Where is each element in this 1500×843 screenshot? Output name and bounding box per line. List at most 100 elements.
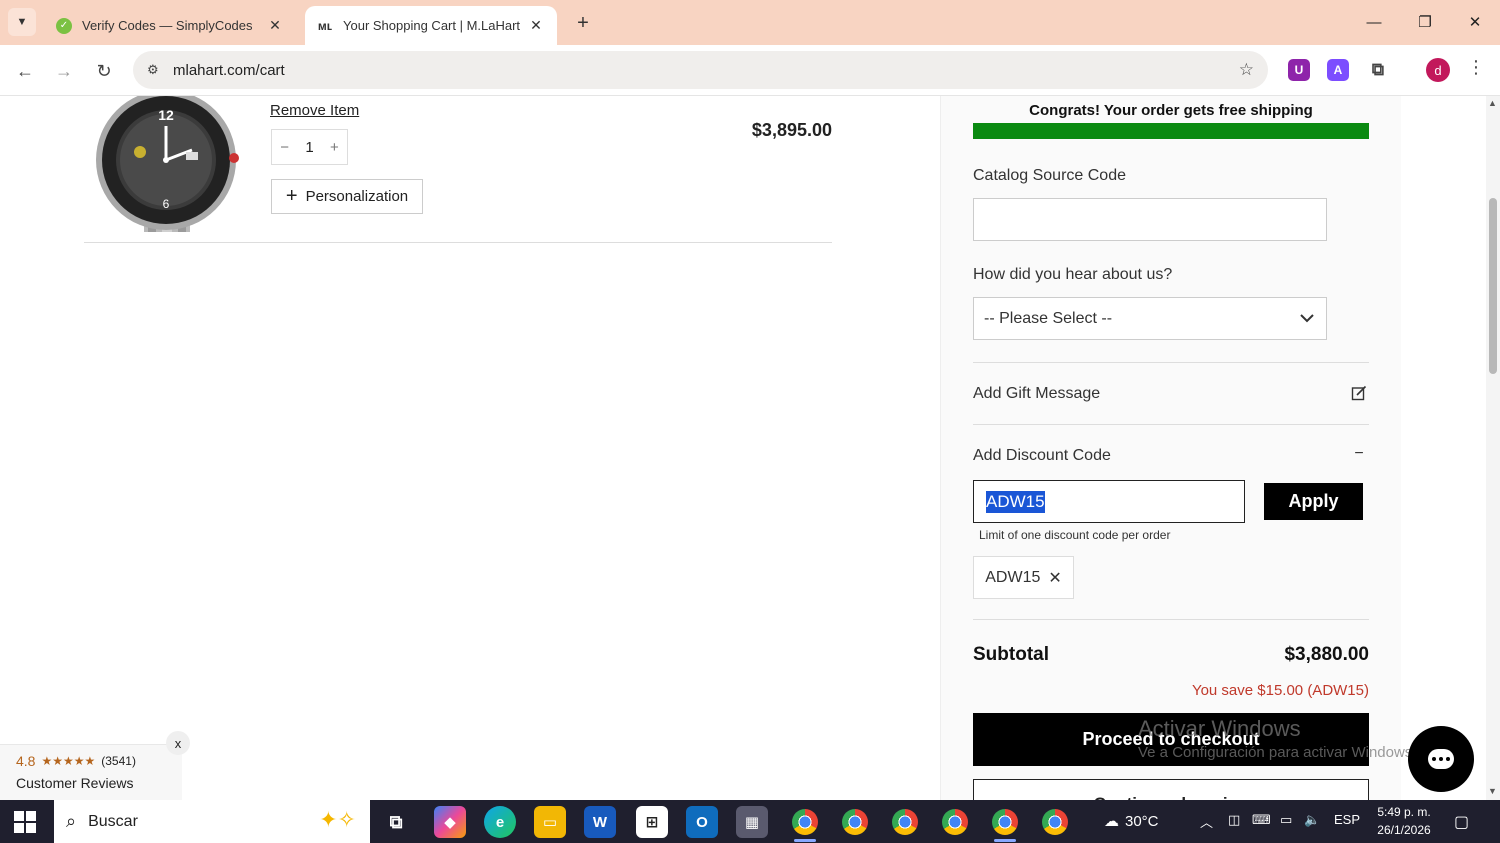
watch-product-image[interactable]: 12 6 [88, 96, 246, 232]
chrome-profile-6-icon[interactable] [1042, 809, 1068, 835]
close-tab-icon[interactable]: ✕ [527, 17, 545, 34]
clock-time: 5:49 p. m. [1377, 805, 1431, 819]
star-rating-icon: ★★★★★ [41, 754, 96, 768]
chrome-profile-1-icon[interactable] [792, 809, 818, 835]
active-indicator [794, 839, 816, 842]
language-indicator[interactable]: ESP [1334, 812, 1360, 827]
search-placeholder: Buscar [88, 812, 138, 830]
collapse-minus-icon[interactable]: − [1348, 445, 1370, 463]
catalog-source-label: Catalog Source Code [973, 167, 1126, 184]
chrome-profile-3-icon[interactable] [892, 809, 918, 835]
edge-browser-icon[interactable]: e [484, 806, 516, 838]
close-window-button[interactable]: ✕ [1460, 8, 1490, 36]
close-reviews-widget-button[interactable]: x [166, 731, 190, 755]
remove-item-link[interactable]: Remove Item [270, 102, 359, 119]
page-scrollbar[interactable]: ▲ ▼ [1486, 96, 1500, 800]
file-explorer-icon[interactable]: ▭ [534, 806, 566, 838]
word-icon[interactable]: W [584, 806, 616, 838]
input-method-icon[interactable]: ⌨ [1252, 812, 1271, 828]
chat-button[interactable] [1408, 726, 1474, 792]
edit-icon[interactable] [1348, 385, 1370, 406]
plus-icon: + [577, 11, 589, 34]
outlook-icon[interactable]: O [686, 806, 718, 838]
tab-search-button[interactable]: ▼ [8, 8, 36, 36]
search-icon: ⌕ [66, 811, 77, 831]
notification-center-icon[interactable]: ▢ [1454, 812, 1469, 832]
windows-start-icon[interactable] [14, 811, 36, 833]
browser-menu-icon[interactable]: ⋮ [1466, 57, 1486, 78]
chevron-down-icon [1300, 314, 1314, 323]
continue-shopping-button[interactable]: Continue shopping [973, 779, 1369, 800]
restore-button[interactable]: ❐ [1410, 8, 1440, 36]
applied-code-text: ADW15 [985, 568, 1041, 586]
arrow-right-icon: → [55, 60, 73, 81]
close-tab-icon[interactable]: ✕ [266, 17, 284, 34]
weather-widget[interactable]: ☁ 30°C [1104, 812, 1159, 831]
chevron-down-icon: ▼ [16, 16, 28, 28]
customer-reviews-widget[interactable]: 4.8 ★★★★★ (3541) Customer Reviews [0, 744, 182, 800]
quantity-value[interactable]: 1 [305, 139, 313, 156]
url-text[interactable]: mlahart.com/cart [173, 62, 285, 79]
show-hidden-icons-icon[interactable]: ︿ [1200, 812, 1213, 831]
microsoft-store-icon[interactable]: ⊞ [636, 806, 668, 838]
apply-discount-button[interactable]: Apply [1264, 483, 1363, 520]
chrome-profile-2-icon[interactable] [842, 809, 868, 835]
review-count: (3541) [101, 754, 136, 768]
divider [973, 619, 1369, 620]
tab-title: Verify Codes — SimplyCodes [82, 18, 253, 33]
hear-about-us-select[interactable]: -- Please Select -- [973, 297, 1327, 340]
shield-extension-icon[interactable]: U [1288, 59, 1310, 81]
system-clock[interactable]: 5:49 p. m. 26/1/2026 [1370, 803, 1438, 839]
profile-avatar[interactable]: d [1426, 58, 1450, 82]
tab-simplycodes[interactable]: ✓ Verify Codes — SimplyCodes ✕ [44, 6, 296, 45]
personalization-button[interactable]: + Personalization [271, 179, 423, 214]
minimize-button[interactable]: — [1359, 8, 1389, 36]
activate-windows-watermark: Activar Windows Ve a Configuración para … [1138, 716, 1416, 761]
scroll-up-icon[interactable]: ▲ [1488, 98, 1497, 108]
taskbar-search-box[interactable]: ⌕ Buscar ✦✧ [54, 800, 370, 843]
calculator-icon[interactable]: ▦ [736, 806, 768, 838]
discount-code-value[interactable]: ADW15 [986, 490, 1045, 513]
tab-shopping-cart[interactable]: ᴍʟ Your Shopping Cart | M.LaHart ✕ [305, 6, 557, 45]
svg-text:12: 12 [158, 107, 174, 123]
free-shipping-message: Congrats! Your order gets free shipping [1029, 102, 1313, 119]
task-view-icon[interactable]: ⧉ [380, 806, 412, 838]
divider [973, 362, 1369, 363]
volume-icon[interactable]: 🔈 [1304, 812, 1320, 828]
back-button[interactable]: ← [11, 57, 39, 85]
extensions-puzzle-icon[interactable]: ⧉ [1367, 59, 1389, 81]
weather-icon: ☁ [1104, 813, 1119, 830]
a-extension-icon[interactable]: A [1327, 59, 1349, 81]
chat-icon [1428, 749, 1454, 769]
remove-code-icon[interactable]: ✕ [1048, 568, 1061, 588]
scroll-down-icon[interactable]: ▼ [1488, 786, 1497, 796]
quantity-increase-button[interactable]: + [330, 139, 339, 156]
meet-now-icon[interactable]: ◫ [1228, 812, 1240, 828]
forward-button[interactable]: → [50, 57, 78, 85]
personalization-label: Personalization [305, 188, 409, 205]
copilot-icon[interactable]: ◆ [434, 806, 466, 838]
bookmark-star-icon[interactable]: ☆ [1239, 60, 1254, 80]
chrome-profile-4-icon[interactable] [942, 809, 968, 835]
watermark-title: Activar Windows [1138, 716, 1301, 741]
item-price: $3,895.00 [751, 120, 832, 140]
reviews-label: Customer Reviews [16, 775, 134, 791]
new-tab-button[interactable]: + [570, 10, 596, 36]
browser-tab-bar: ▼ ✓ Verify Codes — SimplyCodes ✕ ᴍʟ Your… [0, 0, 1500, 45]
scrollbar-thumb[interactable] [1489, 198, 1497, 374]
reload-button[interactable]: ↻ [90, 57, 118, 85]
discount-code-label[interactable]: Add Discount Code [973, 447, 1111, 465]
site-settings-icon[interactable]: ⚙ [147, 62, 165, 78]
item-divider [84, 242, 832, 243]
network-icon[interactable]: ▭ [1280, 812, 1292, 828]
quantity-decrease-button[interactable]: − [280, 139, 289, 156]
catalog-source-input[interactable] [973, 198, 1327, 241]
windows-taskbar: ⌕ Buscar ✦✧ ⧉ ◆ e ▭ W ⊞ O ▦ ☁ 30°C ︿ ◫ ⌨… [0, 800, 1500, 843]
discount-code-input[interactable]: ADW15 [973, 480, 1245, 523]
chrome-profile-5-icon[interactable] [992, 809, 1018, 835]
address-bar[interactable]: ⚙ mlahart.com/cart ☆ [133, 51, 1268, 89]
weather-temperature: 30°C [1125, 812, 1159, 830]
quantity-stepper[interactable]: − 1 + [271, 129, 348, 165]
gift-message-label[interactable]: Add Gift Message [973, 385, 1100, 403]
watermark-subtitle: Ve a Configuración para activar Windows. [1138, 744, 1417, 761]
